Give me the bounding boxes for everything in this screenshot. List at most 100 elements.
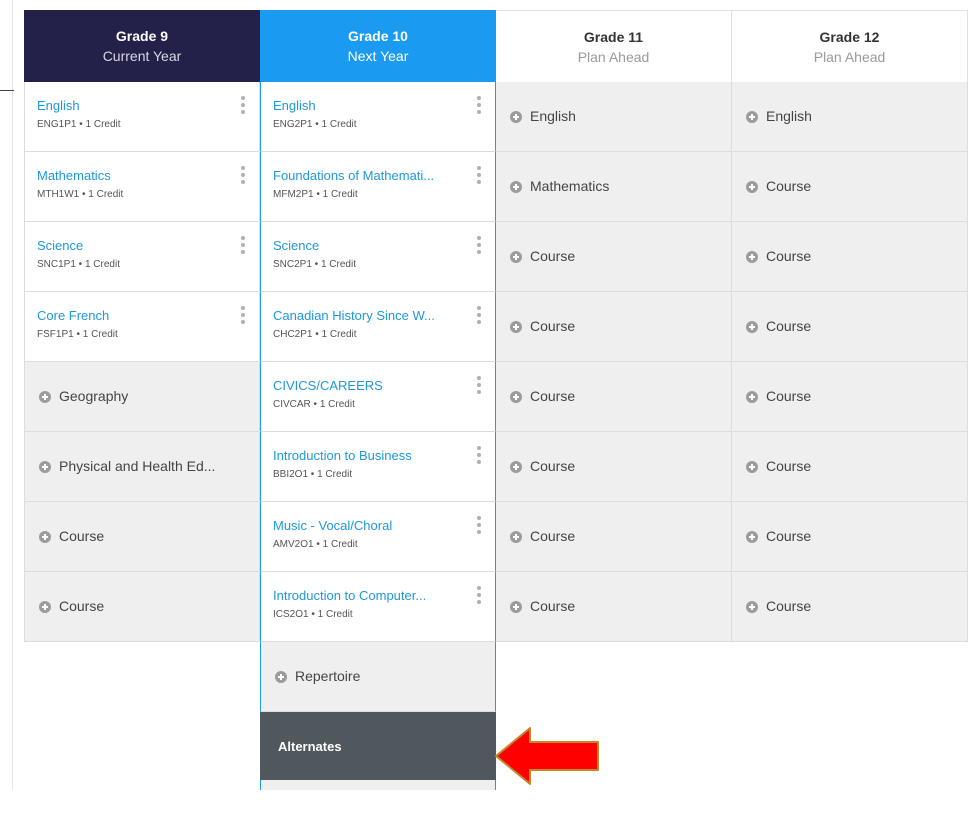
- plus-circle-icon: [39, 601, 51, 613]
- grade-column: Grade 12 Plan Ahead English Course Course Cou…: [732, 10, 968, 642]
- grade-subtitle: Plan Ahead: [813, 48, 886, 65]
- course-card[interactable]: Foundations of Mathemati... MFM2P1 • 1 Cr…: [260, 152, 496, 222]
- kebab-menu-icon[interactable]: [241, 96, 245, 114]
- course-title-link[interactable]: English: [273, 98, 453, 113]
- add-course-slot[interactable]: Course: [732, 362, 968, 432]
- course-card[interactable]: Music - Vocal/Choral AMV2O1 • 1 Credit: [260, 502, 496, 572]
- kebab-menu-icon[interactable]: [477, 586, 481, 604]
- course-card[interactable]: Canadian History Since W... CHC2P1 • 1 Cr…: [260, 292, 496, 362]
- add-course-slot[interactable]: Course: [496, 222, 732, 292]
- grade-header-tab[interactable]: Grade 12 Plan Ahead: [732, 10, 968, 82]
- add-course-slot[interactable]: Course: [496, 432, 732, 502]
- kebab-menu-icon[interactable]: [477, 306, 481, 324]
- course-title-link[interactable]: Core French: [37, 308, 217, 323]
- course-card[interactable]: Science SNC1P1 • 1 Credit: [24, 222, 260, 292]
- kebab-menu-icon[interactable]: [477, 96, 481, 114]
- grade-column: Grade 9 Current Year English ENG1P1 • 1 Cre…: [24, 10, 260, 642]
- course-card[interactable]: English ENG1P1 • 1 Credit: [24, 82, 260, 152]
- add-course-slot[interactable]: Course: [732, 152, 968, 222]
- course-card[interactable]: Mathematics MTH1W1 • 1 Credit: [24, 152, 260, 222]
- alternates-section-header[interactable]: Alternates: [260, 712, 496, 780]
- grade-subtitle: Next Year: [347, 48, 409, 64]
- grade-label: Grade 9: [115, 28, 169, 44]
- add-course-slot[interactable]: Course: [496, 362, 732, 432]
- course-card[interactable]: Science SNC2P1 • 1 Credit: [260, 222, 496, 292]
- course-code-credit: BBI2O1 • 1 Credit: [273, 469, 353, 480]
- plus-circle-icon: [746, 531, 758, 543]
- course-title-link[interactable]: Canadian History Since W...: [273, 308, 453, 323]
- course-title-link[interactable]: Foundations of Mathemati...: [273, 168, 453, 183]
- add-course-slot[interactable]: Course: [496, 572, 732, 642]
- add-course-label: Course: [766, 178, 812, 194]
- grade-label: Grade 11: [583, 28, 644, 45]
- course-card[interactable]: English ENG2P1 • 1 Credit: [260, 82, 496, 152]
- course-title-link[interactable]: English: [37, 98, 217, 113]
- grade-header-tab[interactable]: Grade 9 Current Year: [24, 10, 260, 82]
- grade-subtitle: Plan Ahead: [577, 48, 650, 65]
- grade-header-tab[interactable]: Grade 10 Next Year: [260, 10, 496, 82]
- add-course-slot[interactable]: Course: [732, 292, 968, 362]
- add-course-label: Course: [766, 598, 812, 614]
- course-title-link[interactable]: Mathematics: [37, 168, 217, 183]
- add-course-label: Repertoire: [295, 668, 361, 684]
- course-code-credit: SNC2P1 • 1 Credit: [273, 259, 356, 270]
- grade-column: Grade 11 Plan Ahead English Mathematics Cour…: [496, 10, 732, 642]
- add-course-label: Course: [59, 598, 105, 614]
- add-course-slot[interactable]: Course: [496, 292, 732, 362]
- course-card[interactable]: Core French FSF1P1 • 1 Credit: [24, 292, 260, 362]
- add-course-slot[interactable]: Course: [732, 222, 968, 292]
- add-course-label: Physical and Health Ed...: [59, 458, 216, 474]
- course-title-link[interactable]: Music - Vocal/Choral: [273, 518, 453, 533]
- add-course-slot[interactable]: Course: [24, 502, 260, 572]
- add-course-slot[interactable]: English: [496, 82, 732, 152]
- add-course-slot[interactable]: Course: [732, 432, 968, 502]
- add-course-slot[interactable]: Geography: [24, 362, 260, 432]
- add-course-label: Geography: [59, 388, 129, 404]
- plus-circle-icon: [275, 671, 287, 683]
- add-course-slot[interactable]: Mathematics: [496, 152, 732, 222]
- plus-circle-icon: [510, 601, 522, 613]
- kebab-menu-icon[interactable]: [477, 446, 481, 464]
- course-code-credit: MTH1W1 • 1 Credit: [37, 189, 124, 200]
- course-card[interactable]: Introduction to Computer... ICS2O1 • 1 Cr…: [260, 572, 496, 642]
- course-code-credit: ICS2O1 • 1 Credit: [273, 609, 353, 620]
- add-course-label: Course: [766, 388, 812, 404]
- add-course-slot[interactable]: Repertoire: [260, 642, 496, 712]
- plus-circle-icon: [39, 391, 51, 403]
- alternates-content-strip: [260, 780, 496, 790]
- course-title-link[interactable]: CIVICS/CAREERS: [273, 378, 453, 393]
- kebab-menu-icon[interactable]: [241, 166, 245, 184]
- add-course-slot[interactable]: Physical and Health Ed...: [24, 432, 260, 502]
- course-code-credit: SNC1P1 • 1 Credit: [37, 259, 120, 270]
- course-code-credit: FSF1P1 • 1 Credit: [37, 329, 118, 340]
- course-card[interactable]: Introduction to Business BBI2O1 • 1 Credi…: [260, 432, 496, 502]
- kebab-menu-icon[interactable]: [477, 166, 481, 184]
- kebab-menu-icon[interactable]: [477, 236, 481, 254]
- add-course-label: Course: [766, 248, 812, 264]
- course-code-credit: CHC2P1 • 1 Credit: [273, 329, 357, 340]
- course-card[interactable]: CIVICS/CAREERS CIVCAR • 1 Credit: [260, 362, 496, 432]
- add-course-label: Course: [530, 458, 576, 474]
- add-course-slot[interactable]: English: [732, 82, 968, 152]
- course-code-credit: CIVCAR • 1 Credit: [273, 399, 355, 410]
- kebab-menu-icon[interactable]: [477, 376, 481, 394]
- course-title-link[interactable]: Science: [37, 238, 217, 253]
- plus-circle-icon: [746, 111, 758, 123]
- course-code-credit: AMV2O1 • 1 Credit: [273, 539, 358, 550]
- kebab-menu-icon[interactable]: [477, 516, 481, 534]
- plus-circle-icon: [510, 181, 522, 193]
- kebab-menu-icon[interactable]: [241, 306, 245, 324]
- add-course-slot[interactable]: Course: [496, 502, 732, 572]
- add-course-slot[interactable]: Course: [732, 572, 968, 642]
- grade-header-tab[interactable]: Grade 11 Plan Ahead: [496, 10, 732, 82]
- kebab-menu-icon[interactable]: [241, 236, 245, 254]
- add-course-slot[interactable]: Course: [24, 572, 260, 642]
- course-title-link[interactable]: Introduction to Computer...: [273, 588, 453, 603]
- add-course-label: Course: [766, 318, 812, 334]
- course-title-link[interactable]: Introduction to Business: [273, 448, 453, 463]
- add-course-label: Course: [530, 598, 576, 614]
- course-title-link[interactable]: Science: [273, 238, 453, 253]
- add-course-slot[interactable]: Course: [732, 502, 968, 572]
- add-course-label: Course: [530, 248, 576, 264]
- course-code-credit: ENG1P1 • 1 Credit: [37, 119, 121, 130]
